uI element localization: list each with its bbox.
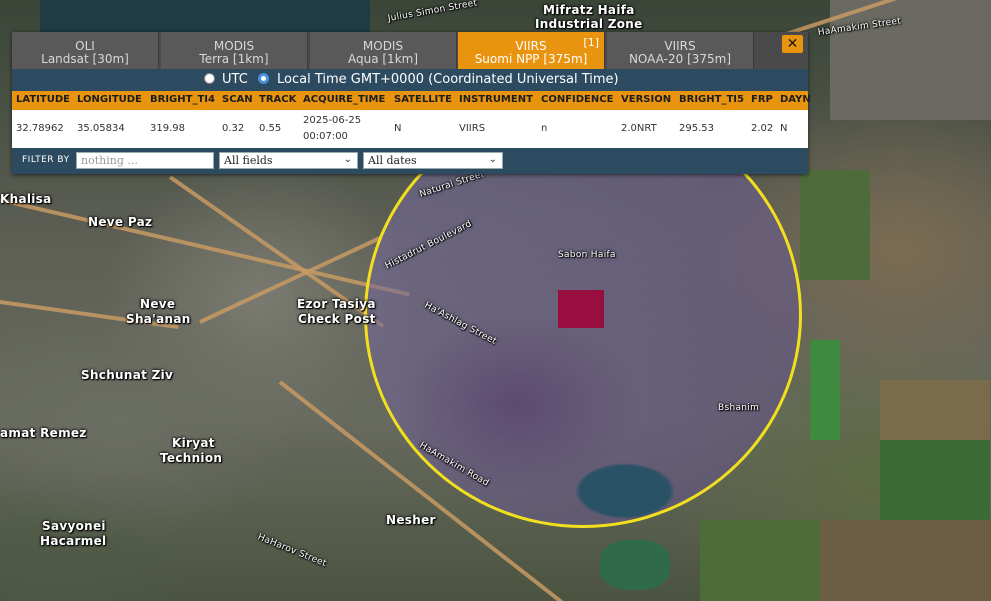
tab-viirs-noaa20[interactable]: VIIRS NOAA-20 [375m]	[607, 32, 754, 69]
map-label: Check Post	[298, 312, 376, 326]
cell-bright-ti5: 295.53	[679, 123, 714, 134]
close-button[interactable]: ✕	[782, 35, 803, 53]
local-time-radio[interactable]	[258, 73, 269, 84]
field	[700, 520, 820, 601]
cell-scan: 0.32	[222, 123, 245, 134]
sea-area	[40, 0, 370, 36]
satellite-tabs: OLI Landsat [30m] MODIS Terra [1km] MODI…	[12, 32, 808, 69]
map-label: Neve Paz	[88, 215, 153, 229]
cell-acquire-time: 00:07:00	[303, 131, 348, 142]
cell-longitude: 35.05834	[77, 123, 125, 134]
field	[880, 440, 990, 520]
date-select[interactable]: All dates ⌄	[363, 152, 503, 169]
map-label: Neve	[140, 297, 176, 311]
column-header[interactable]: INSTRUMENT	[459, 94, 533, 105]
column-header[interactable]: SATELLITE	[394, 94, 452, 105]
utc-label: UTC	[222, 72, 248, 87]
filter-bar: FILTER BY nothing ... All fields ⌄ All d…	[12, 148, 808, 174]
utc-radio[interactable]	[204, 73, 215, 84]
map-label: amat Remez	[0, 426, 87, 440]
column-header[interactable]: DAYN	[780, 94, 811, 105]
map-label: Hacarmel	[40, 534, 107, 548]
tab-modis-aqua[interactable]: MODIS Aqua [1km]	[310, 32, 457, 69]
tab-viirs-suomi-npp[interactable]: [1] VIIRS Suomi NPP [375m]	[458, 32, 605, 69]
fire-hotspot-marker[interactable]	[558, 290, 604, 328]
column-header[interactable]: FRP	[751, 94, 773, 105]
town-area	[830, 0, 991, 120]
tab-subtitle: Terra [1km]	[199, 52, 269, 66]
map-label: Kiryat	[172, 436, 215, 450]
column-header[interactable]: BRIGHT_TI4	[150, 94, 215, 105]
map-label: Nesher	[386, 513, 436, 527]
date-select-value: All dates	[368, 154, 417, 167]
column-header[interactable]: SCAN	[222, 94, 253, 105]
cell-bright-ti4: 319.98	[150, 123, 185, 134]
cell-version: 2.0NRT	[621, 123, 657, 134]
chevron-down-icon: ⌄	[488, 154, 497, 165]
map-label: Savyonei	[42, 519, 106, 533]
pond	[600, 540, 670, 590]
column-header[interactable]: ACQUIRE_TIME	[303, 94, 385, 105]
column-header[interactable]: CONFIDENCE	[541, 94, 613, 105]
column-header[interactable]: BRIGHT_TI5	[679, 94, 744, 105]
cell-latitude: 32.78962	[16, 123, 64, 134]
field-select[interactable]: All fields ⌄	[219, 152, 358, 169]
column-header[interactable]: LATITUDE	[16, 94, 70, 105]
chevron-down-icon: ⌄	[343, 154, 352, 165]
tab-modis-terra[interactable]: MODIS Terra [1km]	[161, 32, 308, 69]
table-row[interactable]: 32.78962 35.05834 319.98 0.32 0.55 2025-…	[12, 110, 808, 148]
cell-confidence: n	[541, 123, 548, 134]
tab-oli-landsat[interactable]: OLI Landsat [30m]	[12, 32, 159, 69]
map-label: Julius Simon Street	[387, 0, 479, 24]
map-label: Ezor Tasiya	[297, 297, 376, 311]
field	[800, 170, 870, 280]
map-label: Bshanim	[718, 403, 760, 413]
map-label: Khalisa	[0, 192, 52, 206]
map-label: Sabon Haifa	[558, 250, 616, 260]
column-header[interactable]: VERSION	[621, 94, 671, 105]
local-time-label: Local Time GMT+0000 (Coordinated Univers…	[277, 72, 619, 87]
column-header[interactable]: LONGITUDE	[77, 94, 142, 105]
cell-frp: 2.02	[751, 123, 774, 134]
cell-instrument: VIIRS	[459, 123, 486, 134]
map-label: HaHarov Street	[256, 532, 328, 570]
cell-satellite: N	[394, 123, 402, 134]
field	[810, 340, 840, 440]
field	[880, 380, 990, 440]
column-header[interactable]: TRACK	[259, 94, 296, 105]
tab-subtitle: NOAA-20 [375m]	[628, 52, 732, 66]
cell-track: 0.55	[259, 123, 282, 134]
fire-data-panel: OLI Landsat [30m] MODIS Terra [1km] MODI…	[12, 32, 811, 174]
tab-subtitle: Suomi NPP [375m]	[474, 52, 588, 66]
cell-acquire-date: 2025-06-25	[303, 115, 362, 126]
tab-subtitle: Landsat [30m]	[41, 52, 129, 66]
filter-input[interactable]: nothing ...	[76, 152, 214, 169]
map-label: Sha'anan	[126, 312, 191, 326]
time-mode-selector: UTC Local Time GMT+0000 (Coordinated Uni…	[12, 69, 808, 91]
table-header: LATITUDE LONGITUDE BRIGHT_TI4 SCAN TRACK…	[12, 91, 811, 110]
cell-daynight: N	[780, 123, 788, 134]
field	[820, 520, 991, 601]
map-label: Shchunat Ziv	[81, 368, 174, 382]
map-label: Mifratz Haifa	[543, 3, 635, 17]
road	[0, 198, 410, 297]
map-label: Technion	[160, 451, 223, 465]
result-count-badge: [1]	[583, 36, 599, 49]
filter-label: FILTER BY	[22, 155, 70, 165]
field-select-value: All fields	[224, 154, 273, 167]
map-label: Industrial Zone	[535, 17, 643, 31]
tab-subtitle: Aqua [1km]	[347, 52, 419, 66]
